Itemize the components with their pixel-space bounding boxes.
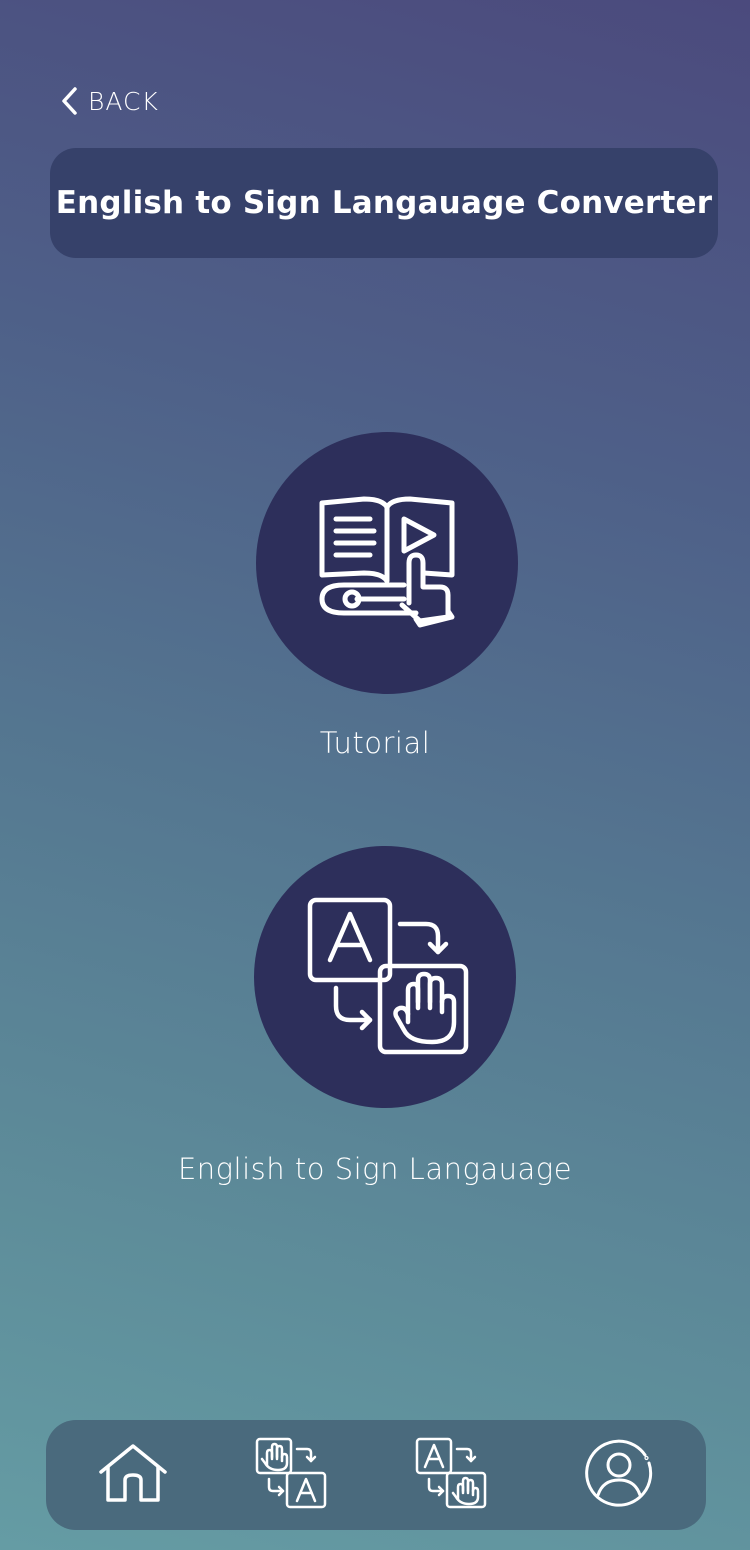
english-to-sign-button[interactable] [254,846,516,1108]
bottom-navigation [46,1420,706,1530]
page-title: English to Sign Langauage Converter [55,185,713,221]
text-to-sign-icon [300,890,470,1064]
nav-text-to-sign[interactable] [406,1430,496,1520]
tutorial-button[interactable] [256,432,518,694]
back-button[interactable]: BACK [60,84,159,118]
back-label: BACK [88,86,159,116]
page-header: English to Sign Langauage Converter [50,148,718,258]
nav-home[interactable] [88,1430,178,1520]
nav-profile[interactable] [574,1430,664,1520]
sign-to-text-icon [253,1435,329,1515]
tutorial-book-play-icon [312,491,462,635]
text-to-sign-icon [413,1435,489,1515]
chevron-left-icon [60,86,78,116]
home-icon [97,1442,169,1508]
tutorial-label: Tutorial [319,726,431,760]
nav-sign-to-text[interactable] [246,1430,336,1520]
english-to-sign-label: English to Sign Langauage [177,1152,573,1186]
profile-icon [583,1437,655,1513]
